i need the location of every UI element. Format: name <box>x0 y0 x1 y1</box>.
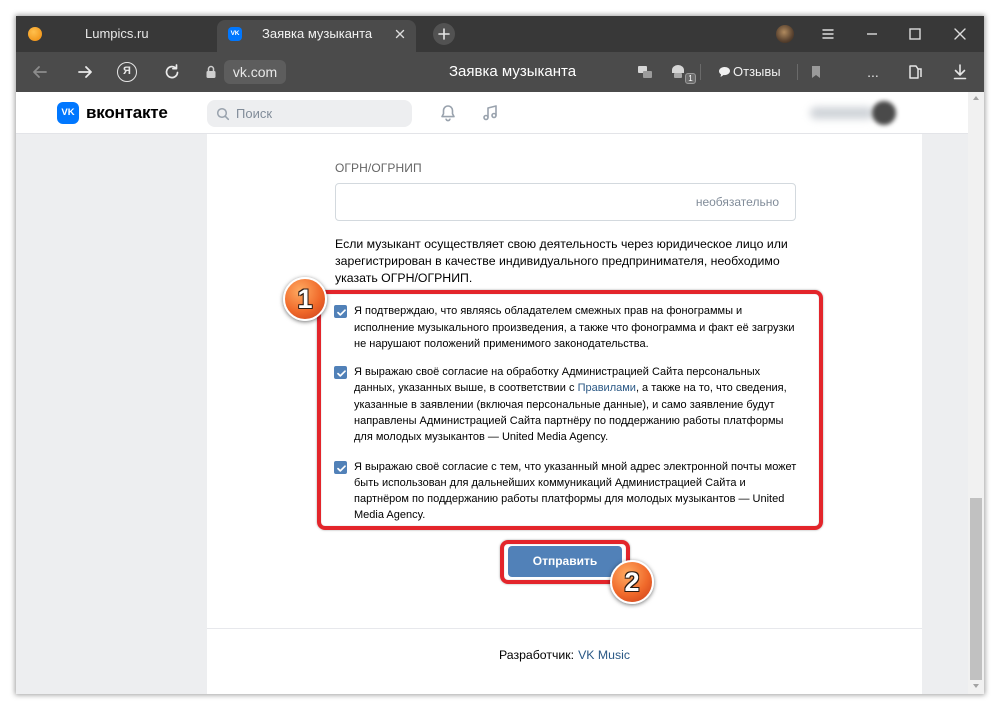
browser-window: Lumpics.ru VK Заявка музыканта Я vk.com … <box>16 16 984 694</box>
tab-bar: Lumpics.ru VK Заявка музыканта <box>16 16 984 52</box>
scrollbar-thumb[interactable] <box>970 498 982 680</box>
scroll-down-arrow-icon[interactable] <box>972 682 980 690</box>
bookmark-icon[interactable] <box>806 62 826 82</box>
annotation-step-number: 2 <box>610 560 654 604</box>
tab-musician-application[interactable]: VK Заявка музыканта <box>217 20 416 52</box>
search-icon <box>216 107 230 121</box>
footer-divider <box>207 628 922 629</box>
hint-line: Если музыкант осуществляет свою деятельн… <box>335 237 788 251</box>
avatar <box>872 101 896 125</box>
search-input[interactable]: Поиск <box>207 100 412 127</box>
close-tab-icon[interactable] <box>392 26 408 42</box>
blurred-user-name <box>810 107 874 119</box>
lumpics-favicon-icon <box>28 27 42 41</box>
user-menu[interactable] <box>802 98 912 128</box>
minimize-icon[interactable] <box>862 24 882 44</box>
account-icon[interactable] <box>776 25 794 43</box>
extension-badge: 1 <box>685 73 696 84</box>
hint-line: зарегистрирован в качестве индивидуально… <box>335 254 780 268</box>
scroll-up-arrow-icon[interactable] <box>972 94 980 102</box>
vk-favicon-icon: VK <box>228 27 242 41</box>
notifications-bell-icon[interactable] <box>438 103 458 123</box>
maximize-icon[interactable] <box>905 24 925 44</box>
reviews-bubble-icon <box>719 67 730 77</box>
vk-logo-icon[interactable]: VK <box>57 102 79 124</box>
more-button[interactable]: ... <box>864 60 882 84</box>
tab-lumpics[interactable]: Lumpics.ru <box>20 20 216 52</box>
reviews-button[interactable]: Отзывы <box>718 60 782 84</box>
close-icon[interactable] <box>950 24 970 44</box>
tab-label: Заявка музыканта <box>262 26 373 41</box>
address-domain[interactable]: vk.com <box>224 60 286 84</box>
reload-icon[interactable] <box>162 62 182 82</box>
tab-label: Lumpics.ru <box>85 26 149 41</box>
ogrn-label: ОГРН/ОГРНИП <box>335 161 422 175</box>
web-page: VK вконтакте Поиск ОГРН/ОГРНИП Если музы… <box>16 92 968 694</box>
developer-footer: Разработчик: VK Music <box>207 646 922 664</box>
ogrn-hint: Если музыкант осуществляет свою деятельн… <box>335 236 788 287</box>
music-note-icon[interactable] <box>480 103 500 123</box>
yandex-icon[interactable]: Я <box>117 62 137 82</box>
page-scrollbar[interactable] <box>968 92 984 694</box>
forward-icon[interactable] <box>75 62 95 82</box>
page-title: Заявка музыканта <box>449 63 577 80</box>
new-tab-button[interactable] <box>433 23 455 45</box>
hint-line: указать ОГРН/ОГРНИП. <box>335 271 473 285</box>
lock-icon[interactable] <box>201 62 221 82</box>
page-action-icon[interactable] <box>635 62 655 82</box>
browser-toolbar: Я vk.com Заявка музыканта 1 Отзывы ... <box>16 52 984 92</box>
menu-icon[interactable] <box>818 24 838 44</box>
application-form-card: ОГРН/ОГРНИП Если музыкант осуществляет с… <box>207 134 922 694</box>
annotation-highlight-consents <box>317 290 823 530</box>
collections-icon[interactable] <box>905 62 925 82</box>
vk-header: VK вконтакте Поиск <box>16 92 968 134</box>
annotation-step-number: 1 <box>283 277 327 321</box>
reviews-label: Отзывы <box>733 64 781 79</box>
vk-logo-text[interactable]: вконтакте <box>86 102 168 124</box>
developer-label: Разработчик: <box>498 648 575 662</box>
ogrn-field[interactable] <box>335 183 796 221</box>
plus-icon <box>438 28 450 40</box>
developer-link[interactable]: VK Music <box>578 648 630 662</box>
download-icon[interactable] <box>950 62 970 82</box>
search-placeholder: Поиск <box>236 106 273 121</box>
toolbar-separator <box>797 64 798 80</box>
toolbar-separator <box>700 64 701 80</box>
back-icon[interactable] <box>30 62 50 82</box>
